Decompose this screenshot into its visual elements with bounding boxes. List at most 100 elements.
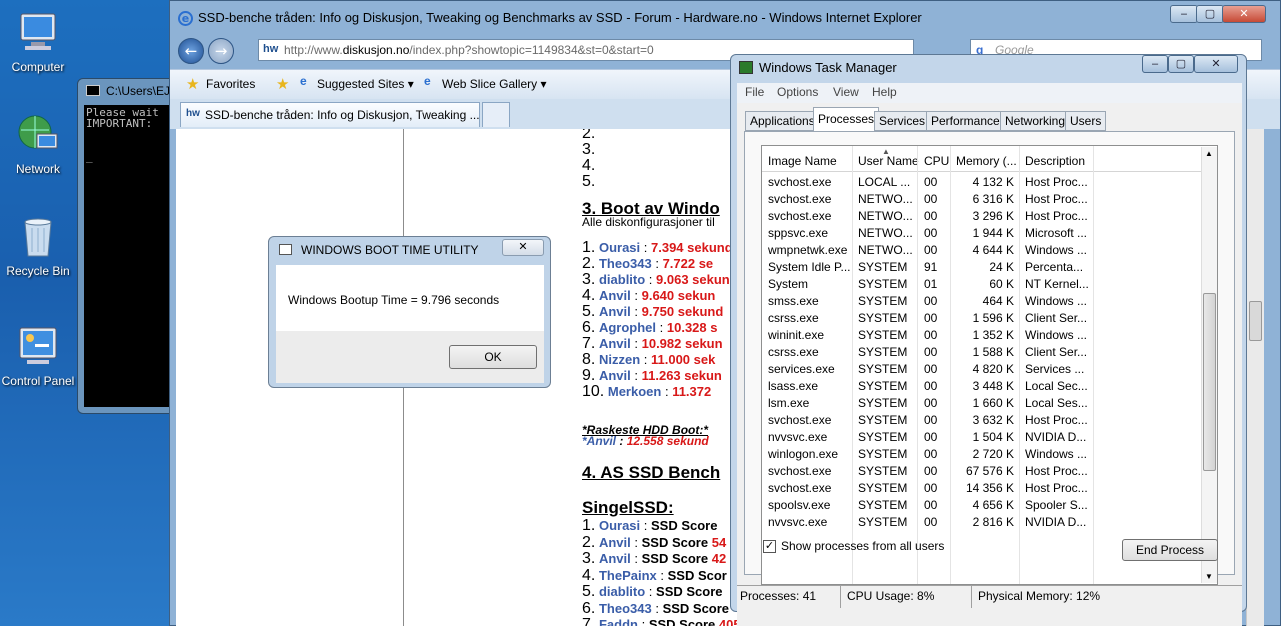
- dialog-message: Windows Bootup Time = 9.796 seconds: [276, 265, 544, 331]
- process-row[interactable]: svchost.exe SYSTEM 00 14 356 K Host Proc...: [762, 480, 1202, 497]
- process-row[interactable]: System SYSTEM 01 60 K NT Kernel...: [762, 276, 1202, 293]
- forum-user-link[interactable]: diablito: [599, 584, 645, 599]
- process-row[interactable]: smss.exe SYSTEM 00 464 K Windows ...: [762, 293, 1202, 310]
- process-row[interactable]: wininit.exe SYSTEM 00 1 352 K Windows ...: [762, 327, 1202, 344]
- process-table[interactable]: Image Name User Name ▲ CPU Memory (... D…: [761, 145, 1218, 585]
- forum-user-link[interactable]: Nizzen: [599, 352, 640, 367]
- cell-description: NVIDIA D...: [1025, 430, 1087, 444]
- process-row[interactable]: nvvsvc.exe SYSTEM 00 2 816 K NVIDIA D...: [762, 514, 1202, 531]
- forum-user-link[interactable]: Agrophel: [599, 320, 656, 335]
- forum-user-link[interactable]: Anvil: [599, 288, 631, 303]
- new-tab-button[interactable]: [482, 102, 510, 127]
- desktop-icon-control-panel[interactable]: Control Panel: [0, 324, 78, 388]
- forum-user-link[interactable]: Anvil: [599, 368, 631, 383]
- forum-user-link[interactable]: diablito: [599, 272, 645, 287]
- desktop-icon-label: Computer: [11, 60, 65, 74]
- forum-user-link[interactable]: ThePainx: [599, 568, 657, 583]
- cell-description: Host Proc...: [1025, 464, 1088, 478]
- forum-user-link[interactable]: Ourasi: [599, 240, 640, 255]
- process-row[interactable]: csrss.exe SYSTEM 00 1 596 K Client Ser...: [762, 310, 1202, 327]
- forum-user-link[interactable]: Merkoen: [608, 384, 661, 399]
- desktop-icon-network[interactable]: Network: [0, 112, 78, 176]
- add-favorite-icon[interactable]: ★: [276, 75, 289, 93]
- tab-networking[interactable]: Networking: [1000, 111, 1071, 131]
- forum-user-link[interactable]: Theo343: [599, 601, 652, 616]
- cell-description: Percenta...: [1025, 260, 1084, 274]
- ok-button[interactable]: OK: [449, 345, 537, 369]
- end-process-button[interactable]: End Process: [1122, 539, 1218, 561]
- tm-minimize-button[interactable]: ‒: [1142, 55, 1168, 73]
- close-button[interactable]: ✕: [1222, 5, 1266, 23]
- process-row[interactable]: sppsvc.exe NETWO... 00 1 944 K Microsoft ...: [762, 225, 1202, 242]
- process-row[interactable]: spoolsv.exe SYSTEM 00 4 656 K Spooler S...: [762, 497, 1202, 514]
- process-row[interactable]: winlogon.exe SYSTEM 00 2 720 K Windows ...: [762, 446, 1202, 463]
- page-scrollbar[interactable]: [1246, 129, 1264, 626]
- maximize-button[interactable]: ▢: [1196, 5, 1224, 23]
- forum-user-link[interactable]: Faddn: [599, 617, 638, 626]
- back-button[interactable]: ←: [178, 38, 204, 64]
- forum-user-link[interactable]: Anvil: [599, 304, 631, 319]
- dialog-close-button[interactable]: ✕: [502, 239, 544, 256]
- cell-memory: 1 944 K: [972, 226, 1014, 240]
- process-row[interactable]: services.exe SYSTEM 00 4 820 K Services ...: [762, 361, 1202, 378]
- desktop-icon-computer[interactable]: Computer: [0, 10, 78, 74]
- forum-user-link[interactable]: Theo343: [599, 256, 652, 271]
- tab-performance[interactable]: Performance: [926, 111, 1005, 131]
- col-memory[interactable]: Memory (...: [956, 154, 1017, 168]
- favorites-button[interactable]: Favorites: [206, 77, 255, 91]
- menu-file[interactable]: File: [745, 85, 764, 99]
- hdd-user[interactable]: *Anvil: [582, 434, 616, 448]
- forum-user-link[interactable]: Anvil: [599, 336, 631, 351]
- col-description[interactable]: Description: [1025, 154, 1085, 168]
- col-cpu[interactable]: CPU: [924, 154, 949, 168]
- site-favicon-icon: hw: [263, 43, 279, 55]
- tab-processes[interactable]: Processes: [813, 107, 880, 131]
- process-row[interactable]: csrss.exe SYSTEM 00 1 588 K Client Ser...: [762, 344, 1202, 361]
- cell-user-name: SYSTEM: [858, 379, 908, 393]
- process-scroll-thumb[interactable]: [1203, 293, 1216, 471]
- process-row[interactable]: lsm.exe SYSTEM 00 1 660 K Local Ses...: [762, 395, 1202, 412]
- process-scrollbar[interactable]: ▲ ▼: [1201, 147, 1217, 583]
- tab-services[interactable]: Services: [874, 111, 931, 131]
- cmd-window[interactable]: C:\Users\EJ Please wait IMPORTANT: _: [77, 78, 177, 414]
- process-row[interactable]: svchost.exe LOCAL ... 00 4 132 K Host Proc..…: [762, 174, 1202, 191]
- forum-user-link[interactable]: Anvil: [599, 551, 631, 566]
- col-user-name[interactable]: User Name: [858, 154, 919, 168]
- process-row[interactable]: svchost.exe NETWO... 00 3 296 K Host Proc...: [762, 208, 1202, 225]
- tm-close-button[interactable]: ✕: [1194, 55, 1238, 73]
- menu-help[interactable]: Help: [872, 85, 897, 99]
- forum-user-link[interactable]: Ourasi: [599, 518, 640, 533]
- tm-maximize-button[interactable]: ▢: [1168, 55, 1194, 73]
- list-number: 1.: [582, 239, 596, 256]
- process-row[interactable]: svchost.exe SYSTEM 00 67 576 K Host Proc...: [762, 463, 1202, 480]
- forum-user-link[interactable]: Anvil: [599, 535, 631, 550]
- ie-title: SSD-benche tråden: Info og Diskusjon, Tw…: [198, 10, 922, 25]
- forward-button[interactable]: →: [208, 38, 234, 64]
- cell-description: NVIDIA D...: [1025, 515, 1087, 529]
- scroll-up-icon[interactable]: ▲: [1205, 149, 1213, 158]
- process-row[interactable]: svchost.exe NETWO... 00 6 316 K Host Proc...: [762, 191, 1202, 208]
- scrollbar-thumb[interactable]: [1249, 301, 1262, 341]
- show-all-users-checkbox[interactable]: ✓: [763, 540, 776, 553]
- process-row[interactable]: wmpnetwk.exe NETWO... 00 4 644 K Windows ...: [762, 242, 1202, 259]
- tab-forum[interactable]: hw SSD-benche tråden: Info og Diskusjon,…: [180, 102, 480, 127]
- web-slice-gallery-link[interactable]: Web Slice Gallery ▾: [442, 77, 547, 91]
- task-manager-window[interactable]: Windows Task Manager ‒ ▢ ✕ File Options …: [730, 54, 1247, 626]
- desktop-icon-recycle-bin[interactable]: Recycle Bin: [0, 214, 78, 278]
- process-row[interactable]: System Idle P... SYSTEM 91 24 K Percenta...: [762, 259, 1202, 276]
- process-row[interactable]: nvvsvc.exe SYSTEM 00 1 504 K NVIDIA D...: [762, 429, 1202, 446]
- process-row[interactable]: svchost.exe SYSTEM 00 3 632 K Host Proc...: [762, 412, 1202, 429]
- scroll-down-icon[interactable]: ▼: [1205, 572, 1213, 581]
- minimize-button[interactable]: ‒: [1170, 5, 1198, 23]
- cell-image-name: lsm.exe: [768, 396, 810, 410]
- suggested-sites-link[interactable]: Suggested Sites ▾: [317, 77, 414, 91]
- col-image-name[interactable]: Image Name: [768, 154, 837, 168]
- tab-applications[interactable]: Applications: [745, 111, 820, 131]
- boot-time-dialog[interactable]: WINDOWS BOOT TIME UTILITY ✕ Windows Boot…: [268, 236, 551, 388]
- menu-view[interactable]: View: [833, 85, 859, 99]
- menu-options[interactable]: Options: [777, 85, 818, 99]
- desktop-icon-label: Control Panel: [1, 374, 75, 388]
- process-row[interactable]: lsass.exe SYSTEM 00 3 448 K Local Sec...: [762, 378, 1202, 395]
- tab-users[interactable]: Users: [1065, 111, 1107, 131]
- cell-memory: 6 316 K: [972, 192, 1014, 206]
